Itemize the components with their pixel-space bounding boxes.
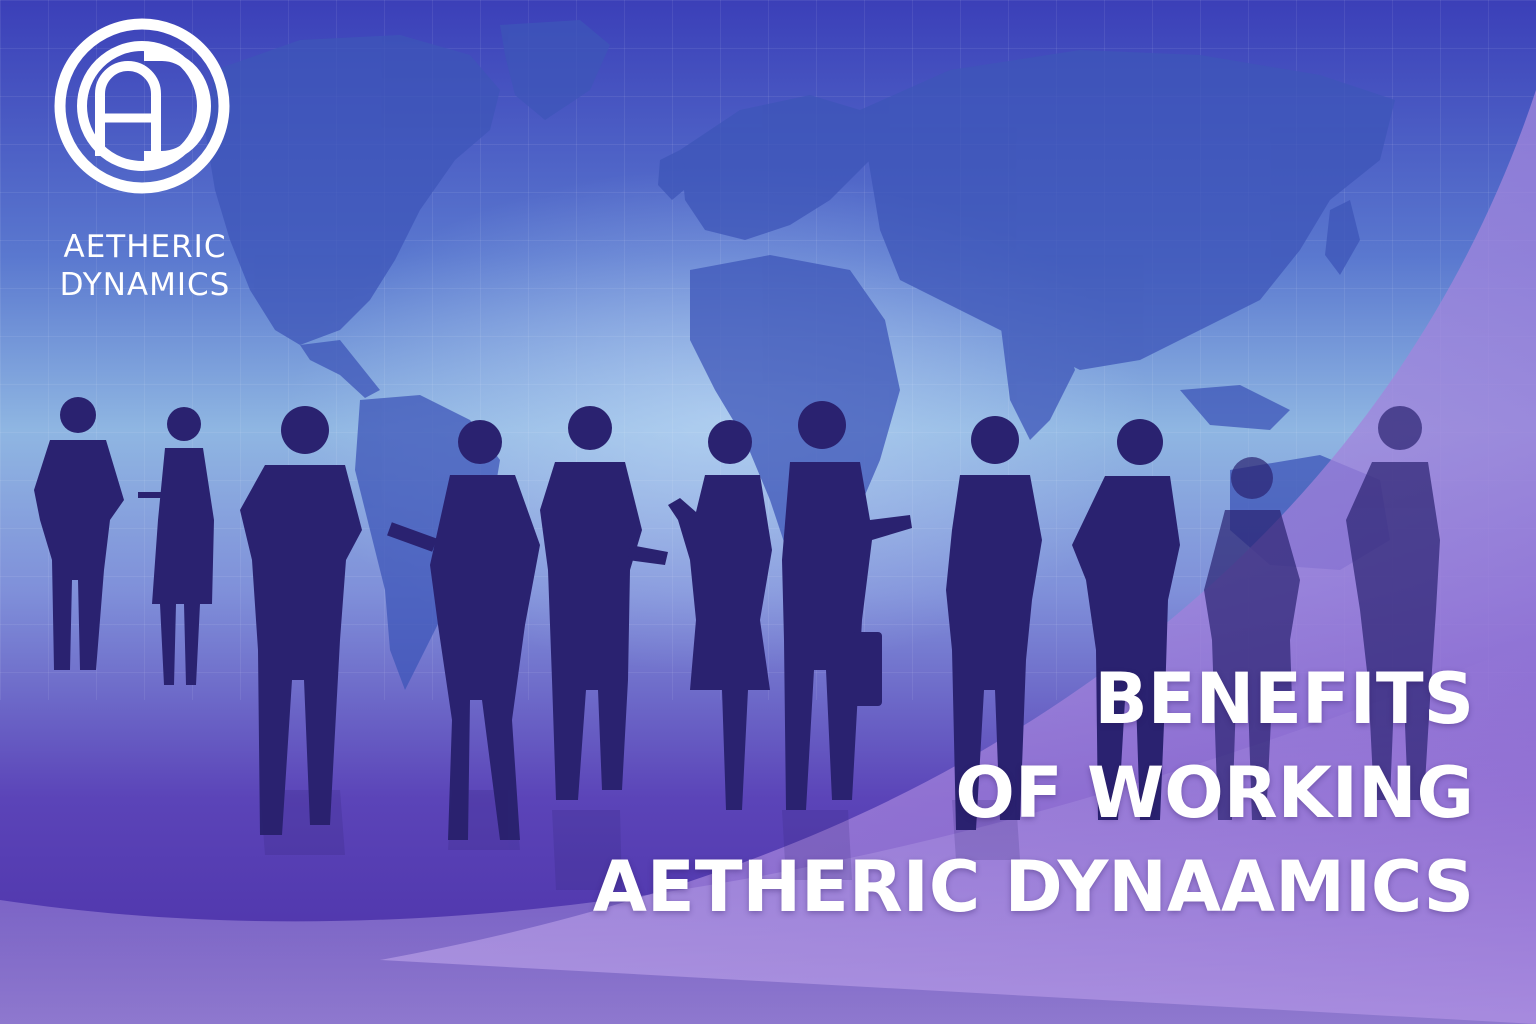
headline-line3: AETHERIC DYNAAMICS <box>592 846 1474 928</box>
silhouette-person-3 <box>240 406 362 835</box>
headline-line1: BENEFITS <box>1094 658 1474 740</box>
silhouette-person-1 <box>34 397 124 670</box>
brand-name-line1: AETHERIC <box>63 229 227 265</box>
brand-name: AETHERIC DYNAMICS <box>40 228 250 304</box>
headline-line2: OF WORKING <box>955 752 1474 834</box>
hero-banner: AETHERIC DYNAMICS BENEFITS OF WORKING AE… <box>0 0 1536 1024</box>
brand-name-line2: DYNAMICS <box>59 267 231 303</box>
silhouette-person-2 <box>138 407 214 685</box>
circle-ad-monogram-icon <box>54 18 230 194</box>
headline: BENEFITS OF WORKING AETHERIC DYNAAMICS <box>514 652 1474 934</box>
